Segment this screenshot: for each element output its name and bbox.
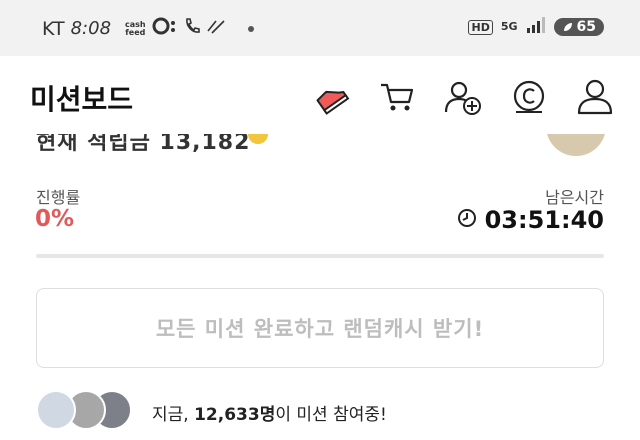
status-left: KT 8:08 cash feed — [42, 17, 254, 40]
remaining-timer: 03:51:40 — [457, 206, 604, 234]
call-icon — [184, 17, 200, 40]
cashfeed-icon: cash feed — [125, 19, 146, 37]
participants-row: 지금, 12,633명이 미션 참여중! — [36, 390, 387, 434]
progress-value: 0% — [35, 206, 75, 232]
participant-avatars — [36, 390, 144, 434]
clock-time: 8:08 — [70, 18, 112, 39]
status-right: HD 5G 65 — [468, 17, 604, 37]
participants-text: 지금, 12,633명이 미션 참여중! — [152, 400, 387, 425]
sneaker-icon[interactable] — [312, 78, 350, 116]
whowho-icon — [206, 17, 228, 40]
random-cash-button[interactable]: 모든 미션 완료하고 랜덤캐시 받기! — [36, 288, 604, 368]
profile-icon[interactable] — [576, 78, 614, 116]
header-actions — [312, 78, 614, 116]
hd-badge: HD — [468, 19, 493, 35]
participants-count: 12,633명 — [194, 404, 276, 425]
coin-icon[interactable] — [510, 78, 548, 116]
battery-icon: 65 — [553, 18, 604, 36]
participants-prefix: 지금, — [152, 404, 195, 425]
character-avatar — [546, 134, 606, 156]
balance-text: 현재 적립금 13,182 — [36, 134, 251, 155]
status-bar: KT 8:08 cash feed HD 5G 65 — [0, 0, 640, 56]
more-dot-icon — [247, 25, 254, 32]
coin-badge-icon — [248, 134, 268, 144]
section-divider — [36, 254, 604, 258]
signal-icon — [526, 17, 546, 37]
progress-label: 진행률 — [36, 188, 81, 207]
balance-row-partial: 현재 적립금 13,182 — [36, 134, 606, 158]
add-user-icon[interactable] — [444, 78, 482, 116]
participant-avatar — [36, 390, 76, 430]
app-header: 미션보드 — [0, 56, 640, 146]
clock-icon — [457, 208, 477, 232]
network-5g-label: 5G — [500, 20, 518, 33]
carrier-label: KT — [42, 17, 65, 40]
page-title: 미션보드 — [30, 83, 134, 116]
notification-o-icon — [152, 17, 178, 40]
participants-suffix: 이 미션 참여중! — [275, 404, 387, 425]
remaining-time: 03:51:40 — [484, 206, 604, 234]
remaining-label: 남은시간 — [545, 188, 604, 207]
battery-level: 65 — [576, 19, 596, 35]
cart-icon[interactable] — [378, 78, 416, 116]
